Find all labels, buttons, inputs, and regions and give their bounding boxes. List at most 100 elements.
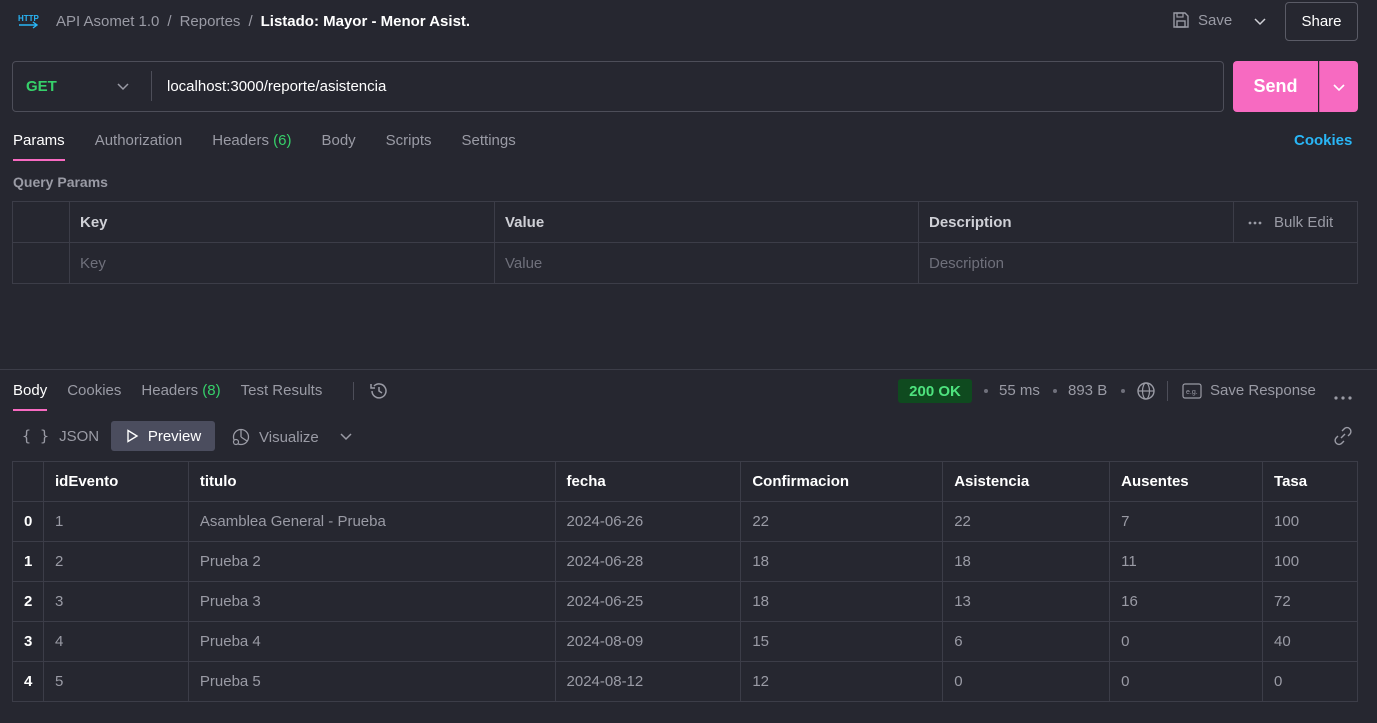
row-index: 1 [12,541,44,582]
col-tasa: Tasa [1262,461,1358,502]
send-options-chevron-down-icon[interactable] [1319,61,1358,112]
col-confirmacion: Confirmacion [740,461,944,502]
col-ausentes: Ausentes [1109,461,1264,502]
params-empty-row: Key Value Description [13,243,1357,284]
breadcrumb-collection[interactable]: API Asomet 1.0 [56,13,159,30]
visualize-chevron-down-icon[interactable] [338,428,354,448]
cell-asistencia: 13 [942,581,1111,622]
tab-scripts[interactable]: Scripts [386,132,432,161]
more-horizontal-icon[interactable] [1334,388,1352,405]
cell-asistencia: 0 [942,661,1111,702]
history-icon[interactable] [369,381,389,401]
param-value-input[interactable]: Value [494,243,918,284]
resp-tab-headers-label: Headers [141,382,199,399]
tab-headers[interactable]: Headers (6) [212,132,291,161]
row-index: 4 [12,661,44,702]
cell-titulo: Prueba 4 [187,621,556,662]
save-button[interactable]: Save [1172,11,1232,29]
format-json-button[interactable]: { } JSON [22,427,99,445]
meta-dot [1121,389,1125,393]
tab-headers-count: (6) [273,132,292,149]
tab-settings[interactable]: Settings [462,132,516,161]
save-label: Save [1198,11,1233,29]
params-col-description: Description [918,202,1233,243]
tab-authorization[interactable]: Authorization [95,132,183,161]
resp-tab-body[interactable]: Body [13,382,48,411]
cell-ausentes: 11 [1109,541,1264,582]
param-description-input[interactable]: Description [918,243,1357,284]
col-index [12,461,44,502]
table-row: 3 4 Prueba 4 2024-08-09 15 6 0 40 [12,621,1358,662]
cell-confirmacion: 22 [740,501,944,542]
breadcrumb-folder[interactable]: Reportes [180,13,241,30]
format-visualize-button[interactable]: Visualize [231,427,319,447]
breadcrumb-separator: / [248,13,253,30]
breadcrumb-separator: / [167,13,172,30]
table-row: 4 5 Prueba 5 2024-08-12 12 0 0 0 [12,661,1358,702]
query-params-table: Key Value Description Bulk Edit Key Valu… [12,201,1358,284]
format-visualize-label: Visualize [259,428,319,446]
response-preview-table: idEvento titulo fecha Confirmacion Asist… [12,461,1358,702]
query-params-title: Query Params [13,174,108,190]
cell-fecha: 2024-06-26 [554,501,742,542]
play-icon [127,429,139,443]
response-size[interactable]: 893 B [1068,382,1107,399]
param-key-input[interactable]: Key [69,243,494,284]
cell-ausentes: 16 [1109,581,1264,622]
cell-asistencia: 22 [942,501,1111,542]
tab-body[interactable]: Body [321,132,355,161]
cell-fecha: 2024-08-12 [554,661,742,702]
cell-idEvento: 2 [42,541,189,582]
breadcrumb: API Asomet 1.0 / Reportes / Listado: May… [56,13,470,30]
link-icon[interactable] [1333,426,1353,450]
tab-params[interactable]: Params [13,132,65,161]
format-preview-label: Preview [147,427,202,445]
svg-text:e.g.: e.g. [1186,389,1198,396]
response-divider[interactable] [0,369,1377,370]
resp-tab-test-results[interactable]: Test Results [241,382,323,411]
resp-tab-headers[interactable]: Headers (8) [141,382,220,411]
cell-titulo: Asamblea General - Prueba [187,501,556,542]
cell-confirmacion: 18 [740,581,944,622]
table-row: 2 3 Prueba 3 2024-06-25 18 13 16 72 [12,581,1358,622]
status-badge[interactable]: 200 OK [898,379,972,403]
example-icon: e.g. [1182,382,1202,399]
col-titulo: titulo [187,461,556,502]
tabs-separator [353,382,354,400]
save-response-button[interactable]: e.g. Save Response [1182,382,1316,399]
cell-tasa: 0 [1262,661,1358,702]
bulk-edit-label: Bulk Edit [1274,214,1334,231]
cell-ausentes: 7 [1109,501,1264,542]
meta-dot [984,389,988,393]
col-fecha: fecha [554,461,742,502]
cell-tasa: 100 [1262,501,1358,542]
cell-idEvento: 1 [42,501,189,542]
share-button[interactable]: Share [1285,2,1358,41]
response-tabs: Body Cookies Headers (8) Test Results [13,382,322,411]
cell-asistencia: 18 [942,541,1111,582]
url-input[interactable] [167,76,1207,96]
params-header-row: Key Value Description Bulk Edit [13,202,1357,243]
cell-ausentes: 0 [1109,661,1264,702]
cell-titulo: Prueba 5 [187,661,556,702]
col-idEvento: idEvento [42,461,189,502]
resp-tab-cookies[interactable]: Cookies [67,382,121,411]
save-icon [1173,12,1189,28]
method-chevron-down-icon[interactable] [114,77,132,95]
col-asistencia: Asistencia [942,461,1111,502]
cell-confirmacion: 15 [740,621,944,662]
save-options-chevron-down-icon[interactable] [1250,11,1270,31]
bulk-edit-button[interactable]: Bulk Edit [1233,202,1357,243]
method-select[interactable]: GET [26,78,57,95]
globe-icon[interactable] [1136,381,1156,405]
cell-tasa: 72 [1262,581,1358,622]
response-time[interactable]: 55 ms [999,382,1040,399]
params-col-key: Key [69,202,494,243]
cell-asistencia: 6 [942,621,1111,662]
http-icon: HTTP [17,11,41,31]
save-response-label: Save Response [1210,382,1316,399]
cookies-link[interactable]: Cookies [1294,132,1352,149]
send-button[interactable]: Send [1233,61,1318,112]
format-preview-button[interactable]: Preview [111,421,215,451]
request-title[interactable]: Listado: Mayor - Menor Asist. [261,13,470,30]
